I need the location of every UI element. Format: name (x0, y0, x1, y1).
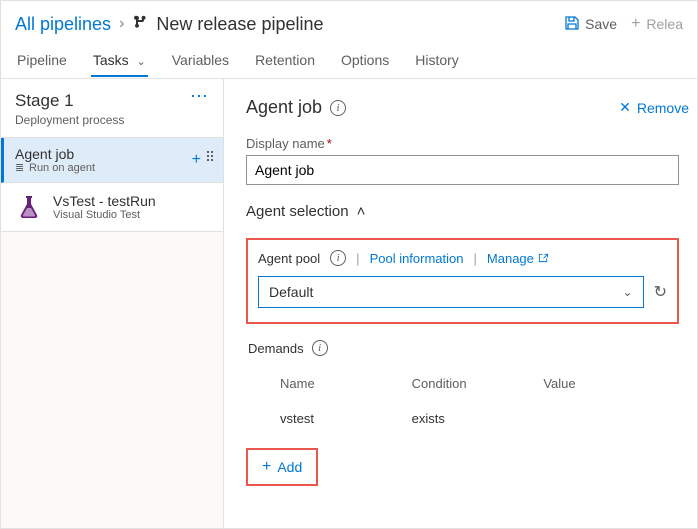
tab-history[interactable]: History (413, 44, 461, 76)
right-panel: Agent job i ✕ Remove Display name* Agent… (224, 79, 697, 528)
top-bar: All pipelines › New release pipeline Sav… (1, 1, 697, 41)
agent-job-title: Agent job (15, 146, 192, 162)
chevron-down-icon: ⌄ (623, 285, 633, 299)
agent-pool-value: Default (269, 284, 313, 300)
chevron-down-icon: ⌄ (137, 56, 146, 68)
x-icon: ✕ (619, 99, 631, 116)
manage-link[interactable]: Manage (487, 251, 549, 266)
breadcrumb: All pipelines › New release pipeline (15, 14, 565, 35)
add-task-icon[interactable]: + (192, 151, 201, 169)
info-icon[interactable]: i (330, 250, 346, 266)
page-title: New release pipeline (156, 14, 323, 35)
grip-icon[interactable] (207, 151, 213, 169)
demand-value (543, 411, 675, 426)
table-row[interactable]: vstest exists (246, 401, 679, 436)
chevron-up-icon: ˄ (357, 203, 366, 220)
agent-job-subtitle: Run on agent (29, 162, 95, 174)
release-label: Relea (646, 16, 683, 32)
demands-label: Demands (248, 341, 304, 356)
tab-variables[interactable]: Variables (170, 44, 231, 76)
branch-icon (132, 14, 148, 35)
tab-retention[interactable]: Retention (253, 44, 317, 76)
demands-table: Name Condition Value vstest exists (246, 366, 679, 436)
plus-icon: + (631, 15, 640, 33)
remove-label: Remove (637, 100, 689, 116)
flask-icon (15, 193, 43, 221)
col-value: Value (543, 376, 675, 391)
save-button[interactable]: Save (565, 16, 617, 33)
breadcrumb-root[interactable]: All pipelines (15, 14, 111, 35)
task-subtitle: Visual Studio Test (53, 209, 156, 221)
demand-name: vstest (280, 411, 412, 426)
info-icon[interactable]: i (312, 340, 328, 356)
tab-pipeline[interactable]: Pipeline (15, 44, 69, 76)
save-label: Save (585, 16, 617, 32)
pool-info-link[interactable]: Pool information (370, 251, 464, 266)
top-actions: Save + Relea (565, 15, 683, 33)
task-row[interactable]: VsTest - testRun Visual Studio Test (1, 183, 223, 232)
stage-header[interactable]: Stage 1 Deployment process ⋯ (1, 79, 223, 138)
demand-condition: exists (412, 411, 544, 426)
tab-options[interactable]: Options (339, 44, 391, 76)
release-button[interactable]: + Relea (631, 15, 683, 33)
remove-button[interactable]: ✕ Remove (619, 99, 689, 116)
task-title: VsTest - testRun (53, 193, 156, 209)
agent-pool-label: Agent pool (258, 251, 320, 266)
detail-title: Agent job (246, 97, 322, 118)
stage-title: Stage 1 (15, 91, 124, 111)
agent-job-row[interactable]: Agent job ≣ Run on agent + (1, 138, 223, 183)
left-panel: Stage 1 Deployment process ⋯ Agent job ≣… (1, 79, 224, 528)
plus-icon: + (262, 458, 271, 476)
more-icon[interactable]: ⋯ (190, 91, 209, 101)
display-name-label: Display name* (246, 136, 679, 151)
add-button[interactable]: + Add (246, 448, 318, 486)
agent-selection-label: Agent selection (246, 203, 349, 220)
tab-tasks[interactable]: Tasks ⌄ (91, 44, 148, 76)
agent-pool-select[interactable]: Default ⌄ (258, 276, 644, 308)
col-condition: Condition (412, 376, 544, 391)
tab-tasks-label: Tasks (93, 52, 129, 68)
external-link-icon (538, 251, 549, 266)
add-label: Add (277, 459, 302, 475)
display-name-field[interactable] (246, 155, 679, 185)
main: Stage 1 Deployment process ⋯ Agent job ≣… (1, 79, 697, 528)
agent-selection-toggle[interactable]: Agent selection ˄ (246, 203, 679, 220)
agent-pool-highlight: Agent pool i | Pool information | Manage… (246, 238, 679, 324)
save-icon (565, 16, 579, 33)
stage-subtitle: Deployment process (15, 113, 124, 127)
chevron-right-icon: › (119, 15, 124, 33)
col-name: Name (280, 376, 412, 391)
info-icon[interactable]: i (330, 100, 346, 116)
refresh-icon[interactable]: ↻ (654, 282, 667, 302)
tabs: Pipeline Tasks ⌄ Variables Retention Opt… (1, 41, 697, 79)
list-icon: ≣ (15, 164, 25, 172)
